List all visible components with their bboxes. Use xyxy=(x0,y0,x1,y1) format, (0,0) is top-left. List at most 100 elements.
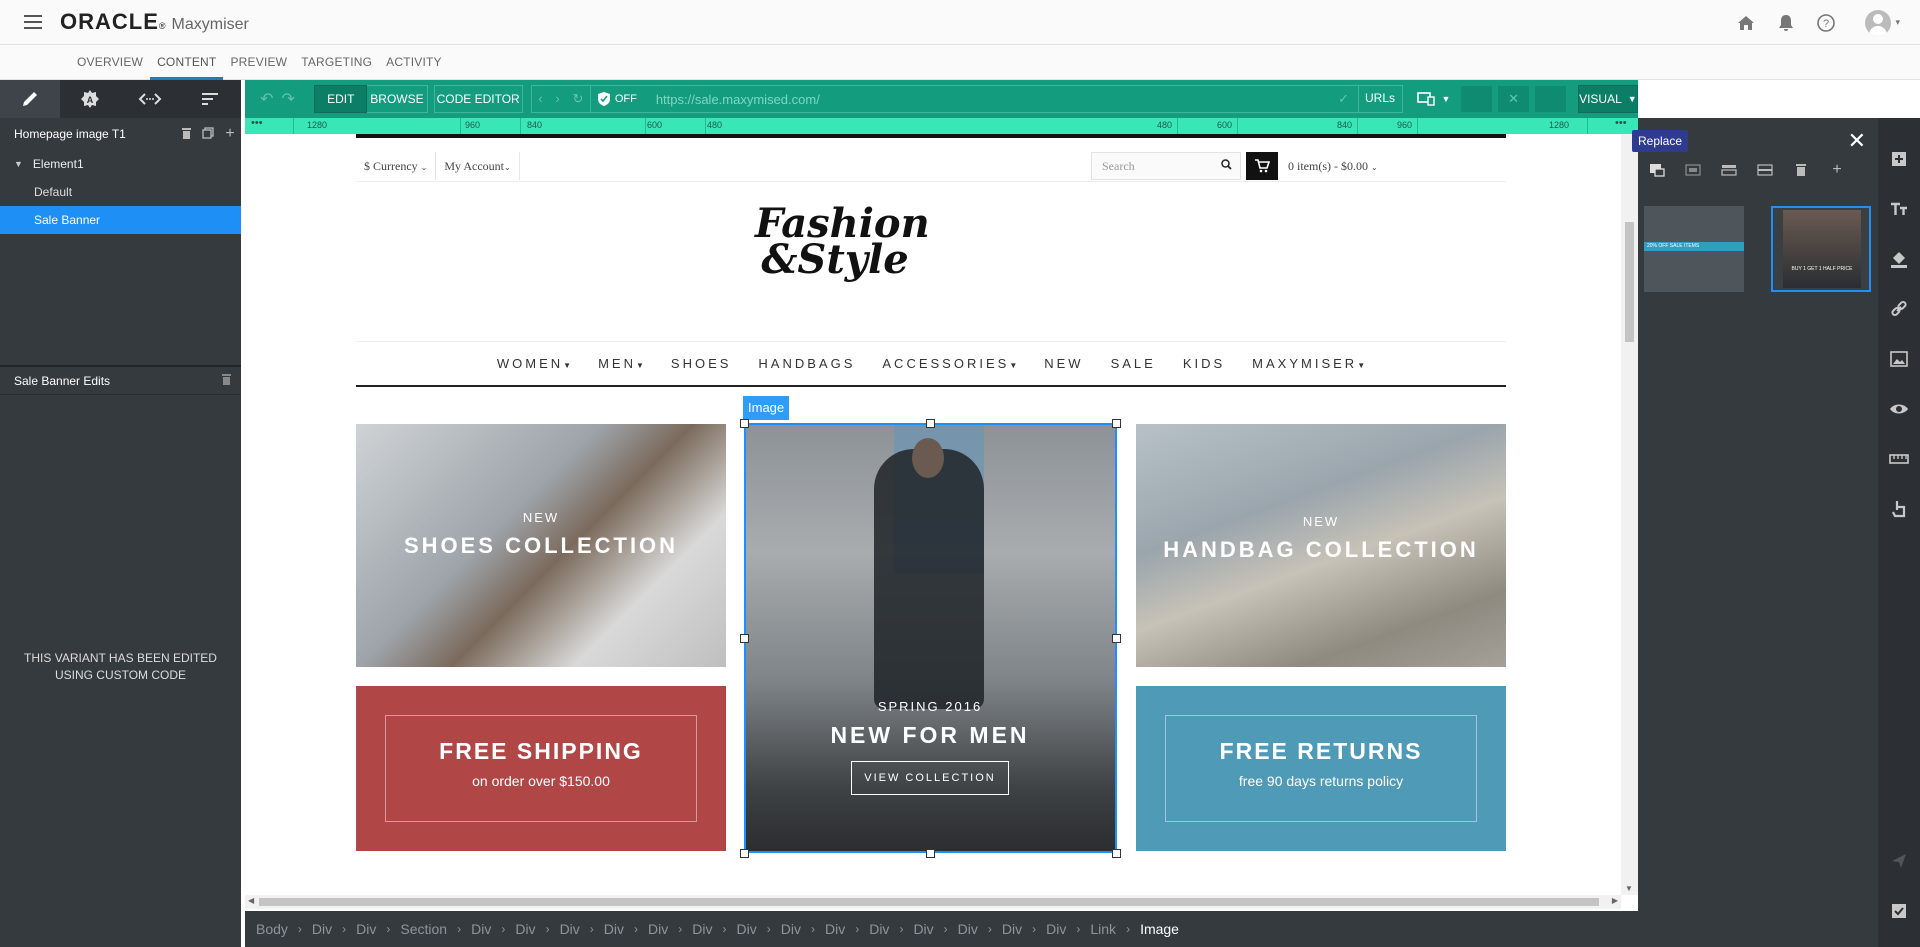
caret-down-icon[interactable]: ▼ xyxy=(14,159,23,169)
breadcrumb-item[interactable]: Div xyxy=(868,921,890,937)
visual-mode-dropdown[interactable]: VISUAL ▼ xyxy=(1577,85,1638,113)
shoes-collection-banner[interactable]: NEW SHOES COLLECTION xyxy=(356,424,726,667)
placeholder-button[interactable] xyxy=(1534,86,1566,112)
scroll-down-icon[interactable]: ▼ xyxy=(1625,884,1633,893)
breadcrumb-item[interactable]: Link xyxy=(1089,921,1117,937)
more-icon[interactable]: ••• xyxy=(1615,117,1627,129)
add-icon[interactable]: + xyxy=(219,125,241,143)
breadcrumb-item[interactable]: Div xyxy=(824,921,846,937)
trash-icon[interactable] xyxy=(1790,163,1812,180)
account-dropdown[interactable]: My Account⌄ xyxy=(436,152,520,180)
resize-handle[interactable] xyxy=(740,849,749,858)
variant-thumbnail-selected[interactable]: BUY 1 GET 1 HALF PRICE xyxy=(1771,206,1871,292)
scroll-right-icon[interactable]: ▶ xyxy=(1612,896,1618,905)
sort-icon[interactable] xyxy=(180,80,240,118)
paint-bucket-icon[interactable] xyxy=(1878,238,1920,280)
plus-icon[interactable]: + xyxy=(1826,162,1848,180)
handbag-collection-banner[interactable]: NEW HANDBAG COLLECTION xyxy=(1136,424,1506,667)
menu-item-kids[interactable]: KIDS xyxy=(1183,356,1225,371)
refresh-icon[interactable]: ↻ xyxy=(572,91,583,107)
tab-overview[interactable]: OVERVIEW xyxy=(70,45,150,79)
search-icon[interactable] xyxy=(1221,153,1232,179)
redo-icon[interactable]: ↷ xyxy=(282,89,303,109)
breadcrumb-item[interactable]: Div xyxy=(603,921,625,937)
breadcrumb-item[interactable]: Div xyxy=(470,921,492,937)
breadcrumb-item[interactable]: Div xyxy=(1001,921,1023,937)
cart-summary[interactable]: 0 item(s) - $0.00 ⌄ xyxy=(1288,150,1378,184)
breadcrumb-item[interactable]: Div xyxy=(736,921,758,937)
resize-handle[interactable] xyxy=(740,419,749,428)
replace-image-icon[interactable] xyxy=(1646,163,1668,180)
urls-button[interactable]: URLs xyxy=(1357,85,1402,113)
breadcrumb-item[interactable]: Section xyxy=(399,921,448,937)
undo-icon[interactable]: ↶ xyxy=(260,89,281,109)
tree-variant-sale-banner[interactable]: Sale Banner xyxy=(0,206,241,234)
tab-activity[interactable]: ACTIVITY xyxy=(379,45,449,79)
resize-handle[interactable] xyxy=(1112,634,1121,643)
breadcrumb-item[interactable]: Body xyxy=(255,921,289,937)
image-frame-icon[interactable] xyxy=(1682,163,1704,180)
breadcrumb-item[interactable]: Div xyxy=(1045,921,1067,937)
breadcrumb-item[interactable]: Div xyxy=(912,921,934,937)
free-shipping-banner[interactable]: FREE SHIPPING on order over $150.00 xyxy=(356,686,726,851)
breadcrumb-item[interactable]: Div xyxy=(311,921,333,937)
resize-handle[interactable] xyxy=(926,849,935,858)
tab-preview[interactable]: PREVIEW xyxy=(223,45,294,79)
help-icon[interactable]: ? xyxy=(1815,12,1837,34)
shield-toggle[interactable]: OFF xyxy=(589,85,646,113)
url-input[interactable]: https://sale.maxymised.com/ xyxy=(646,92,1330,107)
menu-item-women[interactable]: WOMEN▼ xyxy=(497,356,571,371)
menu-item-men[interactable]: MEN▼ xyxy=(598,356,644,371)
free-returns-banner[interactable]: FREE RETURNS free 90 days returns policy xyxy=(1136,686,1506,851)
align-middle-icon[interactable] xyxy=(1754,163,1776,180)
scroll-thumb[interactable] xyxy=(1625,222,1634,342)
horizontal-scrollbar[interactable]: ◀ ▶ xyxy=(245,895,1621,909)
variant-thumbnail[interactable]: 20% OFF SALE ITEMS xyxy=(1644,206,1744,292)
pencil-icon[interactable] xyxy=(0,80,60,118)
fashion-style-logo[interactable]: Fashion &Style xyxy=(755,204,930,280)
eye-icon[interactable] xyxy=(1878,388,1920,430)
breadcrumb-item[interactable]: Image xyxy=(1139,921,1180,937)
user-menu[interactable]: ▾ xyxy=(1865,9,1900,36)
send-icon[interactable] xyxy=(1878,840,1920,882)
more-icon[interactable]: ••• xyxy=(251,117,263,129)
resize-handle[interactable] xyxy=(1112,849,1121,858)
breakpoint-ruler[interactable]: ••• 1280 960 840 600 480 480 600 840 960… xyxy=(245,117,1638,134)
resize-handle[interactable] xyxy=(1112,419,1121,428)
image-icon[interactable] xyxy=(1878,338,1920,380)
breadcrumb-item[interactable]: Div xyxy=(514,921,536,937)
tree-variant-default[interactable]: Default xyxy=(0,178,241,206)
back-icon[interactable]: ‹ xyxy=(538,91,542,107)
home-icon[interactable] xyxy=(1735,12,1757,34)
code-editor-button[interactable]: CODE EDITOR xyxy=(433,85,523,113)
checkbox-icon[interactable] xyxy=(1878,890,1920,932)
trash-icon[interactable] xyxy=(175,127,197,142)
forward-icon[interactable]: › xyxy=(555,91,559,107)
scroll-left-icon[interactable]: ◀ xyxy=(248,896,254,905)
user-avatar-icon[interactable] xyxy=(1865,9,1892,36)
trash-icon[interactable] xyxy=(211,373,241,388)
check-icon[interactable]: ✓ xyxy=(1330,91,1358,107)
menu-item-shoes[interactable]: SHOES xyxy=(671,356,732,371)
browse-mode-button[interactable]: BROWSE xyxy=(367,85,428,113)
menu-item-new[interactable]: NEW xyxy=(1044,356,1083,371)
currency-dropdown[interactable]: $ Currency ⌄ xyxy=(356,152,437,180)
close-icon[interactable]: ✕ xyxy=(1848,128,1866,154)
add-icon[interactable] xyxy=(1878,138,1920,180)
placeholder-button[interactable] xyxy=(1461,86,1493,112)
menu-item-sale[interactable]: SALE xyxy=(1111,356,1156,371)
menu-item-handbags[interactable]: HANDBAGS xyxy=(758,356,855,371)
resize-handle[interactable] xyxy=(926,419,935,428)
vertical-scrollbar[interactable]: ▼ xyxy=(1621,134,1638,895)
breadcrumb-item[interactable]: Div xyxy=(559,921,581,937)
scroll-thumb[interactable] xyxy=(259,898,1599,906)
cart-icon[interactable] xyxy=(1246,152,1278,180)
bell-icon[interactable] xyxy=(1775,12,1797,34)
align-top-icon[interactable] xyxy=(1718,163,1740,180)
ruler-icon[interactable] xyxy=(1878,438,1920,480)
link-icon[interactable] xyxy=(1878,288,1920,330)
menu-item-maxymiser[interactable]: MAXYMISER▼ xyxy=(1252,356,1365,371)
breadcrumb-item[interactable]: Div xyxy=(780,921,802,937)
tree-element-1[interactable]: ▼ Element1 xyxy=(0,150,241,178)
duplicate-icon[interactable] xyxy=(197,126,219,142)
